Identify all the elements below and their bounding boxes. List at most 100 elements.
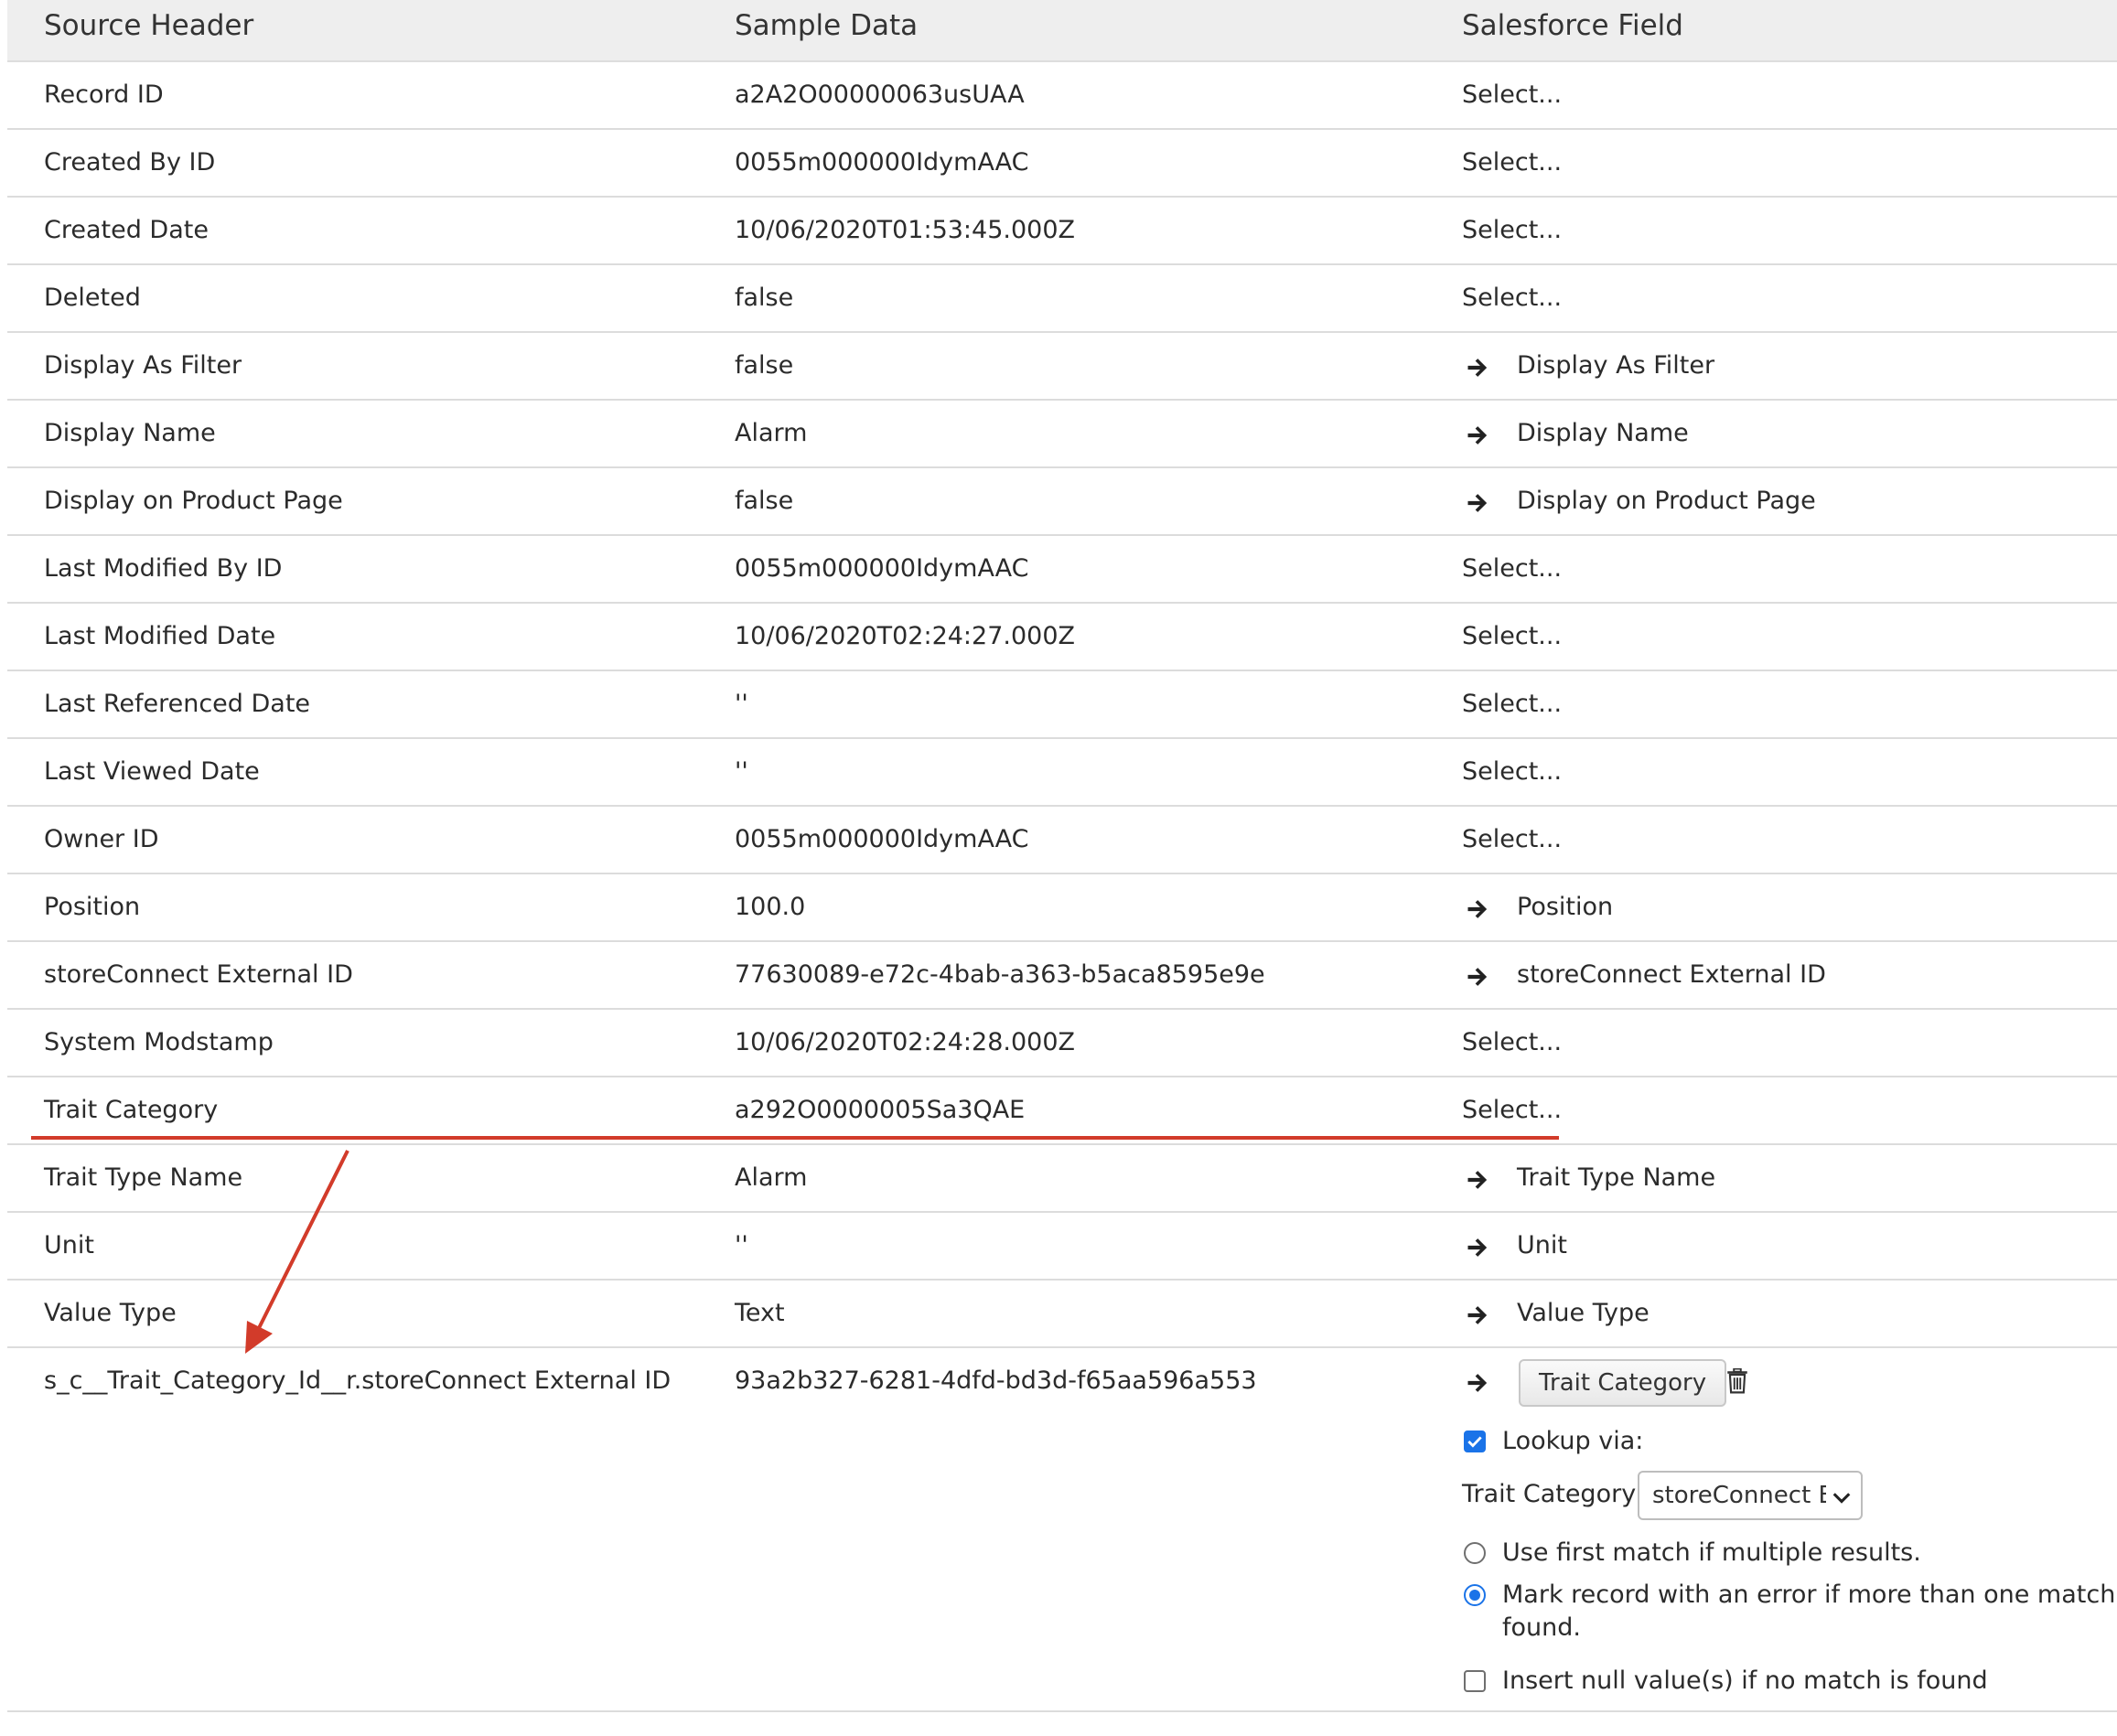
sample-data-cell: 10/06/2020T02:24:27.000Z: [735, 622, 1075, 650]
table-row: storeConnect External ID 77630089-e72c-4b…: [7, 942, 2117, 1010]
column-header-source: Source Header: [44, 9, 254, 42]
table-row: Owner ID 0055m000000IdymAAC Select...: [7, 807, 2117, 874]
salesforce-field-mapped[interactable]: Display Name: [1517, 419, 1689, 447]
source-header-cell: Trait Category: [44, 1096, 219, 1124]
sample-data-cell: 93a2b327-6281-4dfd-bd3d-f65aa596a553: [735, 1366, 1257, 1395]
lookup-object-label: Trait Category: [1462, 1480, 1637, 1508]
arrow-right-icon: [1467, 1374, 1488, 1392]
sample-data-cell: false: [735, 284, 794, 312]
lookup-via-checkbox[interactable]: [1464, 1431, 1486, 1452]
arrow-right-icon: [1467, 494, 1488, 512]
source-header-cell: Value Type: [44, 1299, 177, 1327]
table-row: Deleted false Select...: [7, 265, 2117, 333]
source-header-cell: Position: [44, 893, 141, 921]
sample-data-cell: a2A2O00000063usUAA: [735, 80, 1025, 109]
lookup-field-select[interactable]: storeConnect External ID: [1638, 1471, 1863, 1520]
salesforce-field-select[interactable]: Select...: [1462, 1096, 1562, 1124]
source-header-cell: Unit: [44, 1231, 94, 1259]
salesforce-field-select[interactable]: Select...: [1462, 148, 1562, 177]
sample-data-cell: '': [735, 757, 748, 786]
arrow-right-icon: [1467, 900, 1488, 918]
chevron-down-icon: [1832, 1493, 1851, 1504]
insert-null-label: Insert null value(s) if no match is foun…: [1502, 1666, 1988, 1695]
salesforce-field-mapped[interactable]: Display on Product Page: [1517, 487, 1816, 515]
arrow-right-icon: [1467, 1306, 1488, 1324]
trash-icon[interactable]: [1725, 1368, 1749, 1394]
source-header-cell: Record ID: [44, 80, 164, 109]
source-header-cell: Last Modified Date: [44, 622, 276, 650]
table-row-lookup: s_c__Trait_Category_Id__r.storeConnect E…: [7, 1348, 2117, 1712]
insert-null-checkbox[interactable]: [1464, 1670, 1486, 1692]
table-row: Last Referenced Date '' Select...: [7, 671, 2117, 739]
table-row: Display Name Alarm Display Name: [7, 401, 2117, 468]
error-on-multiple-label-line2: found.: [1502, 1613, 1581, 1642]
arrow-right-icon: [1467, 426, 1488, 445]
table-row: Position 100.0 Position: [7, 874, 2117, 942]
salesforce-field-select[interactable]: Select...: [1462, 690, 1562, 718]
sample-data-cell: 0055m000000IdymAAC: [735, 825, 1029, 853]
salesforce-field-select[interactable]: Select...: [1462, 554, 1562, 583]
arrow-right-icon: [1467, 1171, 1488, 1189]
field-mapping-table: Source Header Sample Data Salesforce Fie…: [7, 0, 2117, 1712]
source-header-cell: Display on Product Page: [44, 487, 343, 515]
sample-data-cell: false: [735, 351, 794, 380]
first-match-label: Use first match if multiple results.: [1502, 1538, 1921, 1567]
table-row: Display As Filter false Display As Filter: [7, 333, 2117, 401]
table-row: Last Modified By ID 0055m000000IdymAAC Sel…: [7, 536, 2117, 604]
error-on-multiple-radio[interactable]: [1464, 1584, 1486, 1606]
lookup-field-select-value: storeConnect External ID: [1652, 1482, 1826, 1509]
sample-data-cell: Text: [735, 1299, 785, 1327]
sample-data-cell: 100.0: [735, 893, 806, 921]
salesforce-field-select[interactable]: Select...: [1462, 757, 1562, 786]
arrow-right-icon: [1467, 359, 1488, 377]
source-header-cell: s_c__Trait_Category_Id__r.storeConnect E…: [44, 1366, 672, 1395]
salesforce-field-select[interactable]: Select...: [1462, 216, 1562, 244]
salesforce-field-mapped[interactable]: Trait Type Name: [1517, 1163, 1715, 1192]
table-row: Created By ID 0055m000000IdymAAC Select...: [7, 130, 2117, 198]
sample-data-cell: false: [735, 487, 794, 515]
checkmark-icon: [1467, 1436, 1482, 1448]
sample-data-cell: '': [735, 1231, 748, 1259]
lookup-via-label: Lookup via:: [1502, 1427, 1644, 1455]
table-row: Created Date 10/06/2020T01:53:45.000Z Sele…: [7, 198, 2117, 265]
salesforce-field-mapped[interactable]: Unit: [1517, 1231, 1567, 1259]
table-body: Record ID a2A2O00000063usUAA Select... Crea…: [7, 62, 2117, 1348]
source-header-cell: Deleted: [44, 284, 141, 312]
source-header-cell: Created By ID: [44, 148, 216, 177]
source-header-cell: System Modstamp: [44, 1028, 274, 1056]
source-header-cell: Created Date: [44, 216, 209, 244]
first-match-radio[interactable]: [1464, 1542, 1486, 1564]
table-row: System Modstamp 10/06/2020T02:24:28.000Z S…: [7, 1010, 2117, 1077]
salesforce-field-select[interactable]: Select...: [1462, 284, 1562, 312]
salesforce-field-mapped[interactable]: Value Type: [1517, 1299, 1650, 1327]
table-row: Last Viewed Date '' Select...: [7, 739, 2117, 807]
column-header-sample: Sample Data: [735, 9, 919, 42]
salesforce-field-mapped[interactable]: Position: [1517, 893, 1613, 921]
source-header-cell: Last Referenced Date: [44, 690, 311, 718]
table-row: Trait Type Name Alarm Trait Type Name: [7, 1145, 2117, 1213]
salesforce-field-select[interactable]: Select...: [1462, 1028, 1562, 1056]
table-header: Source Header Sample Data Salesforce Fie…: [7, 0, 2117, 62]
table-row: Unit '' Unit: [7, 1213, 2117, 1281]
sample-data-cell: 10/06/2020T01:53:45.000Z: [735, 216, 1075, 244]
salesforce-field-select[interactable]: Select...: [1462, 622, 1562, 650]
sample-data-cell: Alarm: [735, 419, 808, 447]
sample-data-cell: 10/06/2020T02:24:28.000Z: [735, 1028, 1075, 1056]
salesforce-field-select[interactable]: Select...: [1462, 80, 1562, 109]
salesforce-field-mapped[interactable]: Display As Filter: [1517, 351, 1714, 380]
salesforce-field-mapped[interactable]: storeConnect External ID: [1517, 960, 1826, 989]
table-row: Display on Product Page false Display on P…: [7, 468, 2117, 536]
sample-data-cell: 0055m000000IdymAAC: [735, 554, 1029, 583]
error-on-multiple-label-line1: Mark record with an error if more than o…: [1502, 1581, 2117, 1609]
salesforce-field-select[interactable]: Select...: [1462, 825, 1562, 853]
source-header-cell: Display Name: [44, 419, 216, 447]
source-header-cell: Trait Type Name: [44, 1163, 243, 1192]
table-row: Last Modified Date 10/06/2020T02:24:27.00…: [7, 604, 2117, 671]
annotation-underline: [31, 1136, 1559, 1140]
sample-data-cell: '': [735, 690, 748, 718]
salesforce-field-button[interactable]: Trait Category: [1519, 1359, 1727, 1407]
source-header-cell: storeConnect External ID: [44, 960, 353, 989]
field-mapping-page: Source Header Sample Data Salesforce Fie…: [0, 0, 2117, 1736]
source-header-cell: Owner ID: [44, 825, 159, 853]
sample-data-cell: 77630089-e72c-4bab-a363-b5aca8595e9e: [735, 960, 1265, 989]
